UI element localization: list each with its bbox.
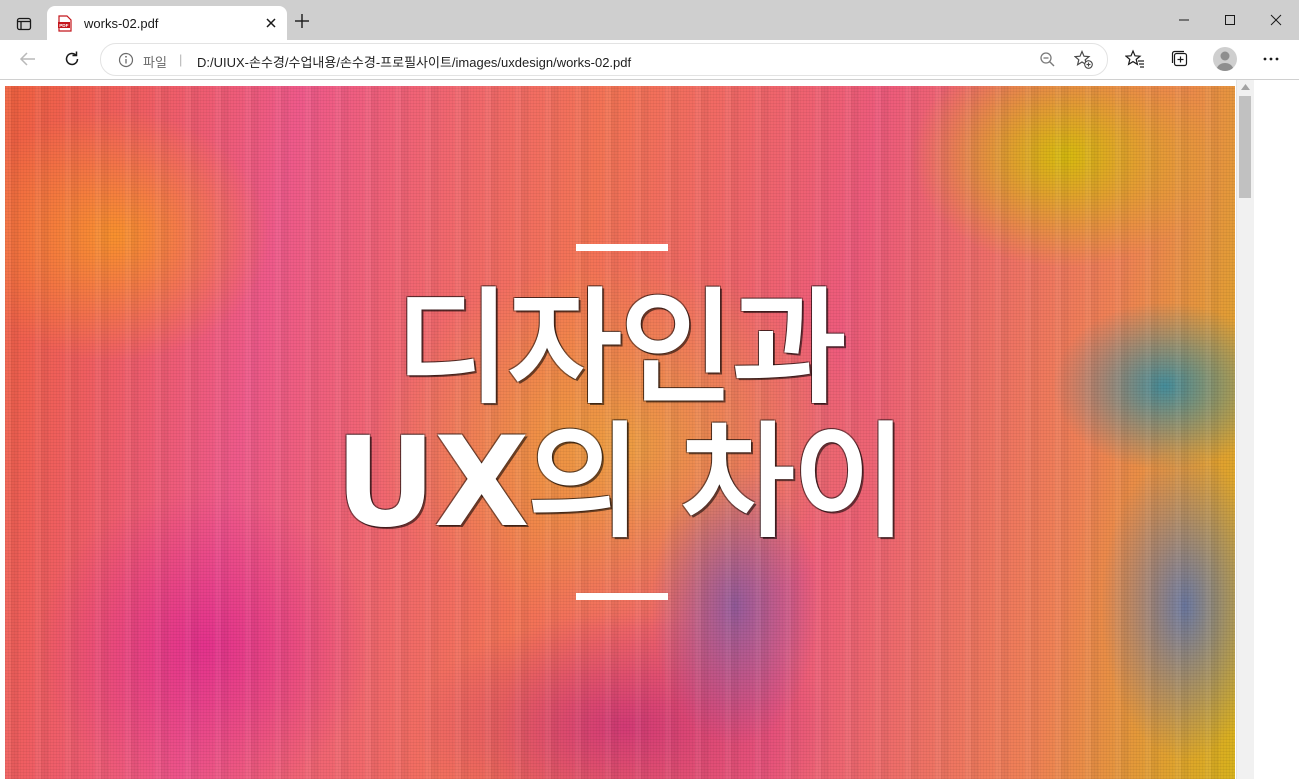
browser-toolbar: 파일 | D:/UIUX-손수경/수업내용/손수경-프로필사이트/images/…: [0, 40, 1299, 80]
info-icon[interactable]: [118, 52, 134, 68]
pdf-file-icon: PDF: [58, 15, 72, 32]
vertical-scrollbar[interactable]: [1236, 80, 1254, 779]
more-icon[interactable]: [1261, 49, 1281, 69]
collections-icon[interactable]: [1170, 49, 1190, 69]
tab-actions-icon[interactable]: [8, 8, 40, 40]
pdf-page: 디자인과 UX의 차이: [5, 86, 1235, 779]
address-bar[interactable]: 파일 | D:/UIUX-손수경/수업내용/손수경-프로필사이트/images/…: [100, 43, 1108, 76]
zoom-out-icon[interactable]: [1039, 51, 1056, 68]
profile-icon: [1216, 51, 1234, 71]
minimize-icon[interactable]: [1174, 10, 1194, 30]
url-text[interactable]: D:/UIUX-손수경/수업내용/손수경-프로필사이트/images/uxdes…: [197, 52, 631, 71]
back-arrow-icon[interactable]: [18, 49, 38, 69]
close-icon[interactable]: [263, 15, 279, 31]
plus-icon[interactable]: [293, 12, 311, 30]
address-separator: |: [179, 52, 183, 67]
scroll-up-icon[interactable]: [1241, 84, 1250, 90]
window-close-icon[interactable]: [1266, 10, 1286, 30]
scrollbar-thumb[interactable]: [1239, 96, 1251, 198]
tab-bar: PDF works-02.pdf: [0, 0, 1299, 40]
scheme-label: 파일: [143, 55, 167, 70]
refresh-icon[interactable]: [62, 49, 82, 69]
avatar[interactable]: [1213, 47, 1237, 71]
top-accent-line: [576, 244, 668, 251]
svg-text:PDF: PDF: [59, 23, 68, 28]
page-title: 디자인과 UX의 차이: [305, 282, 935, 550]
viewer-margin: [1254, 80, 1299, 779]
pdf-viewer: 디자인과 UX의 차이: [0, 80, 1299, 779]
favorites-icon[interactable]: [1125, 49, 1145, 69]
bottom-accent-line: [576, 593, 668, 600]
maximize-icon[interactable]: [1220, 10, 1240, 30]
tab-works-02[interactable]: PDF works-02.pdf: [47, 6, 287, 40]
title-line-2: UX의 차이: [335, 411, 907, 555]
title-line-1: 디자인과: [395, 277, 846, 421]
tab-title: works-02.pdf: [84, 16, 159, 31]
star-plus-icon[interactable]: [1074, 50, 1093, 69]
